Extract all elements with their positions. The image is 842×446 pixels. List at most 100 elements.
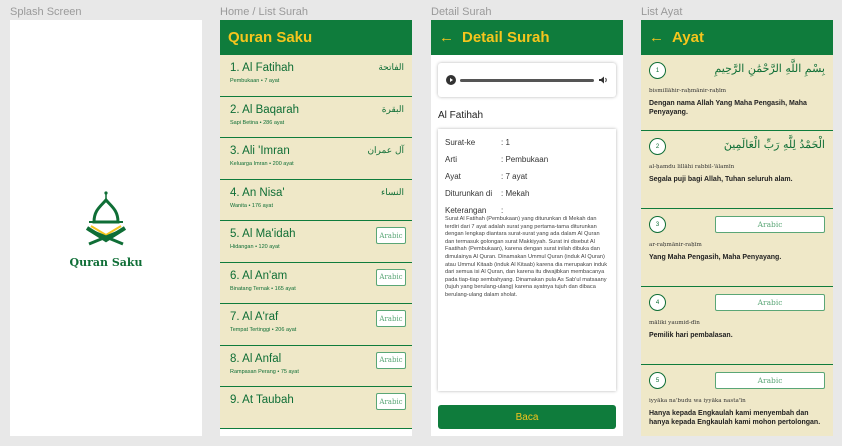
- ayat-translation: Yang Maha Pengasih, Maha Penyayang.: [649, 254, 782, 261]
- ayat-translation: Hanya kepada Engkaulah kami menyembah da…: [649, 410, 821, 426]
- ayat-number: 1: [649, 62, 666, 79]
- surah-list-item[interactable]: 8. Al Anfal Rampasan Perang • 75 ayat Ar…: [220, 345, 412, 387]
- splash-screen: Quran Saku: [10, 20, 202, 436]
- info-key: Surat-ke: [445, 138, 476, 147]
- mosque-quran-icon: [85, 191, 127, 246]
- ayat-latin: al-ḥamdu lillāhi rabbil-'ālamīn: [649, 164, 735, 170]
- ayat-header: 4 Arabic: [649, 294, 825, 320]
- info-value: : Pembukaan: [501, 155, 549, 164]
- detail-title: Detail Surah: [462, 29, 550, 46]
- info-row: Diturunkan di : Mekah: [445, 189, 609, 198]
- audio-progress-bar[interactable]: [460, 78, 594, 82]
- frame-label-splash: Splash Screen: [10, 6, 82, 18]
- frame-label-ayat: List Ayat: [641, 6, 683, 18]
- ayat-translation: Dengan nama Allah Yang Maha Pengasih, Ma…: [649, 100, 807, 116]
- surah-subtitle: Rampasan Perang • 75 ayat: [230, 368, 299, 375]
- audio-player: [438, 63, 616, 97]
- surah-arabic-placeholder: Arabic: [376, 227, 406, 244]
- baca-button[interactable]: Baca: [438, 405, 616, 429]
- ayat-header: 5 Arabic: [649, 372, 825, 398]
- surah-list-item[interactable]: 4. An Nisa' Wanita • 176 ayat النساء: [220, 179, 412, 221]
- volume-icon[interactable]: [598, 75, 608, 85]
- surah-arabic-placeholder: Arabic: [376, 393, 406, 410]
- ayat-header: 2 الْحَمْدُ لِلَّهِ رَبِّ الْعَالَمِينَ: [649, 138, 825, 164]
- ayat-latin: ar-raḥmānir-raḥīm: [649, 242, 702, 248]
- info-value: : 1: [501, 138, 510, 147]
- surah-arabic-name: آل عمران: [367, 146, 404, 156]
- info-key: Diturunkan di: [445, 189, 493, 198]
- home-title: Quran Saku: [228, 29, 313, 46]
- ayat-list-item[interactable]: 4 Arabic māliki yaumid-dīn Pemilik hari …: [641, 287, 833, 365]
- play-icon[interactable]: [446, 75, 456, 85]
- ayat-latin: iyyāka na'budu wa iyyāka nasta'īn: [649, 398, 746, 404]
- surah-name: Al Fatihah: [438, 110, 484, 121]
- ayat-arabic-placeholder: Arabic: [715, 372, 825, 389]
- ayat-header: 1 بِسْمِ اللَّهِ الرَّحْمَٰنِ الرَّحِيمِ: [649, 62, 825, 88]
- surah-title: 4. An Nisa': [230, 186, 285, 199]
- surah-arabic-name: البقرة: [381, 104, 404, 115]
- ayat-arabic: الْحَمْدُ لِلَّهِ رَبِّ الْعَالَمِينَ: [723, 138, 825, 151]
- home-screen: Quran Saku 1. Al Fatihah Pembukaan • 7 a…: [220, 20, 412, 436]
- surah-title: 2. Al Baqarah: [230, 103, 300, 116]
- ayat-header: 3 Arabic: [649, 216, 825, 242]
- frame-label-home: Home / List Surah: [220, 6, 309, 18]
- info-row: Keterangan:: [445, 206, 609, 215]
- surah-subtitle: Pembukaan • 7 ayat: [230, 78, 280, 84]
- info-value: : 7 ayat: [501, 172, 528, 181]
- surah-subtitle: Binatang Ternak • 165 ayat: [230, 285, 296, 292]
- surah-subtitle: Keluarga Imran • 200 ayat: [230, 161, 294, 167]
- ayat-list-item[interactable]: 1 بِسْمِ اللَّهِ الرَّحْمَٰنِ الرَّحِيمِ…: [641, 55, 833, 131]
- surah-arabic-name: النساء: [381, 187, 404, 198]
- ayat-number: 3: [649, 216, 666, 233]
- surah-arabic-placeholder: Arabic: [376, 351, 406, 369]
- surah-arabic-placeholder: Arabic: [376, 310, 406, 327]
- info-row: Surat-ke : 1: [445, 138, 609, 147]
- surah-list-item[interactable]: 9. At Taubah Arabic: [220, 387, 412, 429]
- surah-list-item[interactable]: 2. Al Baqarah Sapi Betina • 286 ayat الب…: [220, 96, 412, 138]
- home-app-bar: Quran Saku: [220, 20, 412, 55]
- ayat-arabic-placeholder: Arabic: [715, 216, 825, 233]
- surah-description: Surat Al Fatihah (Pembukaan) yang dituru…: [445, 216, 607, 298]
- ayat-number: 5: [649, 372, 666, 389]
- frame-label-detail: Detail Surah: [431, 6, 492, 18]
- surah-subtitle: Sapi Betina • 286 ayat: [230, 119, 285, 126]
- info-key: Keterangan: [445, 206, 487, 215]
- info-key: Ayat: [445, 172, 461, 181]
- detail-screen: ← Detail Surah Al Fatihah Surat-ke : 1 Ar…: [431, 20, 623, 436]
- ayat-latin: māliki yaumid-dīn: [649, 320, 700, 326]
- back-arrow-icon[interactable]: ←: [649, 29, 664, 46]
- ayat-translation: Pemilik hari pembalasan.: [649, 332, 733, 339]
- ayat-list-item[interactable]: 5 Arabic iyyāka na'budu wa iyyāka nasta'…: [641, 365, 833, 436]
- ayat-translation: Segala puji bagi Allah, Tuhan seluruh al…: [649, 176, 793, 183]
- back-arrow-icon[interactable]: ←: [439, 29, 454, 46]
- ayat-arabic-placeholder: Arabic: [715, 294, 825, 311]
- surah-info-card: Surat-ke : 1 Arti : Pembukaan Ayat : 7 ayat…: [438, 129, 616, 391]
- detail-app-bar: ← Detail Surah: [431, 20, 623, 55]
- surah-list-item[interactable]: 3. Ali 'Imran Keluarga Imran • 200 ayat …: [220, 138, 412, 180]
- surah-list-item[interactable]: 1. Al Fatihah Pembukaan • 7 ayat الفاتحة: [220, 55, 412, 97]
- ayat-title: Ayat: [672, 29, 704, 46]
- ayat-app-bar: ← Ayat: [641, 20, 833, 55]
- surah-subtitle: Wanita • 176 ayat: [230, 202, 273, 209]
- surah-list-item[interactable]: 6. Al An'am Binatang Ternak • 165 ayat A…: [220, 262, 412, 304]
- ayat-latin: bismillāhir-raḥmānir-raḥīm: [649, 88, 727, 94]
- surah-subtitle: Tempat Tertinggi • 206 ayat: [230, 327, 297, 333]
- ayat-list-item[interactable]: 3 Arabic ar-raḥmānir-raḥīm Yang Maha Pen…: [641, 209, 833, 287]
- surah-list-item[interactable]: 5. Al Ma'idah Hidangan • 120 ayat Arabic: [220, 221, 412, 263]
- surah-list-item[interactable]: 7. Al A'raf Tempat Tertinggi • 206 ayat …: [220, 304, 412, 346]
- surah-subtitle: Hidangan • 120 ayat: [230, 244, 280, 250]
- info-key: Arti: [445, 155, 457, 164]
- ayat-number: 2: [649, 138, 666, 155]
- splash-app-name: Quran Saku: [69, 256, 143, 269]
- ayat-number: 4: [649, 294, 666, 311]
- surah-arabic-name: الفاتحة: [378, 63, 404, 73]
- splash-logo: Quran Saku: [10, 190, 202, 269]
- info-row: Arti : Pembukaan: [445, 155, 609, 164]
- info-value: : Mekah: [501, 189, 530, 198]
- ayat-screen: ← Ayat 1 بِسْمِ اللَّهِ الرَّحْمَٰنِ الر…: [641, 20, 833, 436]
- info-row: Ayat : 7 ayat: [445, 172, 609, 181]
- ayat-list-item[interactable]: 2 الْحَمْدُ لِلَّهِ رَبِّ الْعَالَمِينَ …: [641, 131, 833, 209]
- ayat-arabic: بِسْمِ اللَّهِ الرَّحْمَٰنِ الرَّحِيمِ: [714, 62, 825, 75]
- surah-arabic-placeholder: Arabic: [376, 268, 406, 286]
- info-value: :: [501, 206, 504, 215]
